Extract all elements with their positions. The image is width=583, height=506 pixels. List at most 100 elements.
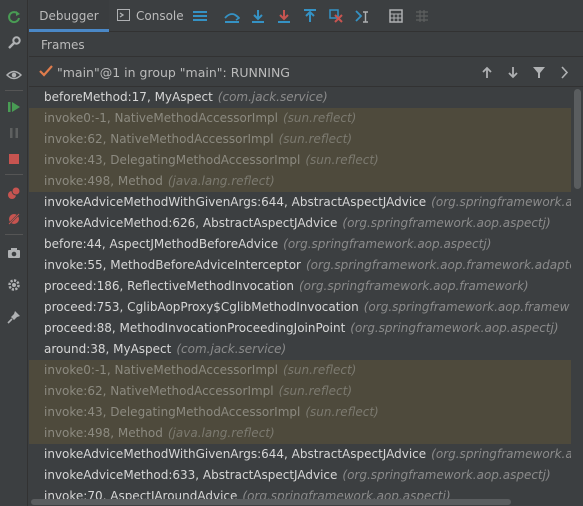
frame-row[interactable]: invoke:498, Method (java.lang.reflect) (29, 171, 571, 192)
frame-package: (org.springframework.aop.framework) (298, 279, 529, 293)
frame-package: (org.springframework.aop.asp (431, 447, 571, 461)
watch-eye-icon[interactable] (0, 62, 28, 88)
tab-console[interactable]: Console (117, 0, 184, 32)
drop-frame-icon[interactable] (327, 7, 345, 25)
settings-wrench-icon[interactable] (0, 30, 28, 56)
frame-package: (java.lang.reflect) (167, 426, 275, 440)
frame-row[interactable]: proceed:88, MethodInvocationProceedingJo… (29, 318, 571, 339)
trace-icon[interactable] (413, 7, 431, 25)
frame-method: invokeAdviceMethod:633, AbstractAspectJA… (44, 468, 338, 482)
frame-row[interactable]: invoke:43, DelegatingMethodAccessorImpl (… (29, 150, 571, 171)
frame-package: (java.lang.reflect) (167, 174, 275, 188)
frame-method: invoke0:-1, NativeMethodAccessorImpl (44, 111, 278, 125)
frame-row[interactable]: invoke:62, NativeMethodAccessorImpl (sun.… (29, 129, 571, 150)
run-to-cursor-icon[interactable] (353, 7, 371, 25)
debug-toolbar: Debugger Console (29, 0, 583, 32)
show-execution-point-icon[interactable] (223, 7, 241, 25)
frame-method: beforeMethod:17, MyAspect (44, 90, 213, 104)
view-breakpoints-icon[interactable] (0, 180, 28, 206)
tab-console-label: Console (136, 9, 184, 23)
step-over-icon[interactable] (249, 7, 267, 25)
frame-method: invoke:43, DelegatingMethodAccessorImpl (44, 405, 301, 419)
thread-selector[interactable]: "main"@1 in group "main": RUNNING (29, 58, 583, 87)
frames-panel-header: Frames (29, 33, 583, 57)
step-out-icon[interactable] (301, 7, 319, 25)
evaluate-expression-icon[interactable] (387, 7, 405, 25)
frame-method: proceed:88, MethodInvocationProceedingJo… (44, 321, 346, 335)
frame-package: (org.springframework.aop.aspectj) (283, 237, 492, 251)
frame-method: proceed:753, CglibAopProxy$CglibMethodIn… (44, 300, 359, 314)
frame-row[interactable]: before:44, AspectJMethodBeforeAdvice (org… (29, 234, 571, 255)
filter-icon[interactable] (531, 64, 547, 80)
frame-package: (sun.reflect) (282, 111, 357, 125)
layout-menu-icon[interactable] (191, 7, 209, 25)
frame-method: invokeAdviceMethodWithGivenArgs:644, Abs… (44, 447, 427, 461)
frame-row[interactable]: invokeAdviceMethodWithGivenArgs:644, Abs… (29, 444, 571, 465)
toolbar-separator (5, 90, 23, 91)
frame-package: (org.springframework.aop.aspectj) (350, 321, 559, 335)
frame-package: (sun.reflect) (305, 153, 379, 167)
frame-method: before:44, AspectJMethodBeforeAdvice (44, 237, 279, 251)
frame-method: invokeAdviceMethodWithGivenArgs:644, Abs… (44, 195, 427, 209)
next-frame-icon[interactable] (505, 64, 521, 80)
frame-row[interactable]: invoke:498, Method (java.lang.reflect) (29, 423, 571, 444)
frame-row[interactable]: invoke:43, DelegatingMethodAccessorImpl (… (29, 402, 571, 423)
pin-icon[interactable] (0, 304, 28, 330)
tab-debugger-label: Debugger (39, 9, 99, 23)
frame-row[interactable]: invokeAdviceMethodWithGivenArgs:644, Abs… (29, 192, 571, 213)
frame-package: (org.springframework.aop.asp (431, 195, 571, 209)
frame-row[interactable]: invoke0:-1, NativeMethodAccessorImpl (sun… (29, 360, 571, 381)
vertical-scrollbar[interactable] (571, 87, 583, 506)
settings-gear-icon[interactable] (0, 272, 28, 298)
horizontal-scrollbar[interactable] (29, 498, 571, 506)
frame-package: (org.springframework.aop.aspectj) (342, 468, 551, 482)
frame-row[interactable]: proceed:753, CglibAopProxy$CglibMethodIn… (29, 297, 571, 318)
previous-frame-icon[interactable] (479, 64, 495, 80)
frame-method: invoke:62, NativeMethodAccessorImpl (44, 132, 274, 146)
toolbar-separator (5, 234, 23, 235)
frame-row[interactable]: proceed:186, ReflectiveMethodInvocation (… (29, 276, 571, 297)
resume-icon[interactable] (0, 94, 28, 120)
frame-method: around:38, MyAspect (44, 342, 172, 356)
frame-package: (org.springframework.aop.aspectj) (342, 216, 551, 230)
frame-row[interactable]: invokeAdviceMethod:633, AbstractAspectJA… (29, 465, 571, 486)
horizontal-scrollbar-thumb[interactable] (31, 499, 511, 505)
vertical-scrollbar-thumb[interactable] (574, 89, 581, 189)
frame-row[interactable]: beforeMethod:17, MyAspect (com.jack.servi… (29, 87, 571, 108)
frame-row[interactable]: invoke:62, NativeMethodAccessorImpl (sun.… (29, 381, 571, 402)
frame-method: invoke:498, Method (44, 426, 163, 440)
frame-row[interactable]: invoke:55, MethodBeforeAdviceInterceptor… (29, 255, 571, 276)
pause-icon[interactable] (0, 120, 28, 146)
toolbar-separator (5, 174, 23, 175)
frame-method: proceed:186, ReflectiveMethodInvocation (44, 279, 294, 293)
frame-method: invoke:498, Method (44, 174, 163, 188)
checkmark-icon (39, 64, 53, 78)
frames-title: Frames (41, 37, 85, 52)
frame-method: invoke:43, DelegatingMethodAccessorImpl (44, 153, 301, 167)
thread-label: "main"@1 in group "main": RUNNING (57, 65, 290, 80)
tab-debugger[interactable]: Debugger (29, 0, 109, 32)
left-toolbar (0, 0, 28, 506)
frames-list[interactable]: beforeMethod:17, MyAspect (com.jack.servi… (29, 87, 571, 506)
rerun-icon[interactable] (0, 4, 28, 30)
camera-icon[interactable] (0, 240, 28, 266)
stop-icon[interactable] (0, 146, 28, 172)
console-icon (117, 8, 130, 24)
frame-method: invoke:62, NativeMethodAccessorImpl (44, 384, 274, 398)
frame-row[interactable]: invokeAdviceMethod:626, AbstractAspectJA… (29, 213, 571, 234)
frame-package: (sun.reflect) (305, 405, 379, 419)
frame-package: (sun.reflect) (282, 363, 357, 377)
step-into-icon[interactable] (275, 7, 293, 25)
frame-package: (com.jack.service) (176, 342, 287, 356)
frame-package: (org.springframework.aop.framew (363, 300, 570, 314)
frame-row[interactable]: invoke0:-1, NativeMethodAccessorImpl (sun… (29, 108, 571, 129)
mute-breakpoints-icon[interactable] (0, 206, 28, 232)
frame-method: invokeAdviceMethod:626, AbstractAspectJA… (44, 216, 338, 230)
frame-package: (sun.reflect) (278, 384, 353, 398)
frame-package: (org.springframework.aop.framework.adapt… (305, 258, 571, 272)
frame-package: (com.jack.service) (217, 90, 328, 104)
frame-method: invoke0:-1, NativeMethodAccessorImpl (44, 363, 278, 377)
frame-row[interactable]: around:38, MyAspect (com.jack.service) (29, 339, 571, 360)
frame-method: invoke:55, MethodBeforeAdviceInterceptor (44, 258, 301, 272)
more-icon[interactable] (557, 64, 573, 80)
